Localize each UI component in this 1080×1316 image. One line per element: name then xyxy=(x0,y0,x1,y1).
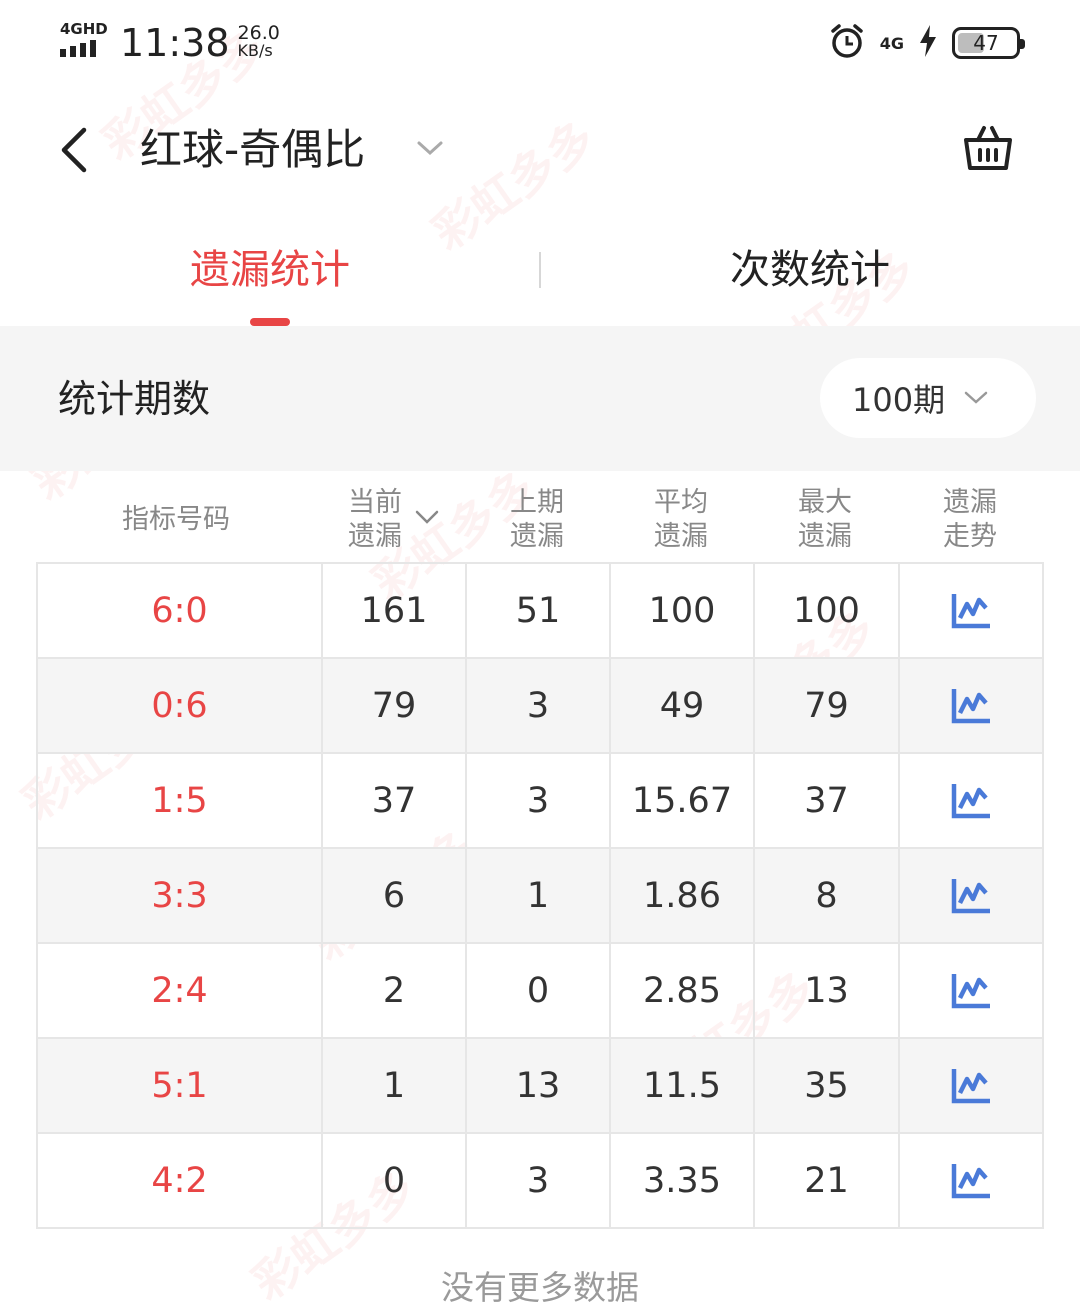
network-type: 4G xyxy=(879,33,904,53)
cell-avg: 100 xyxy=(611,564,755,657)
cell-max: 100 xyxy=(755,564,900,657)
cell-current: 79 xyxy=(323,659,467,752)
period-bar: 统计期数 100期 xyxy=(0,326,1080,471)
cell-avg: 11.5 xyxy=(611,1039,755,1132)
cell-last: 1 xyxy=(467,849,611,942)
cell-max: 21 xyxy=(755,1134,900,1227)
trend-button[interactable] xyxy=(900,849,1042,942)
tab-omission-stats[interactable]: 遗漏统计 xyxy=(0,244,540,296)
chevron-down-icon xyxy=(417,141,443,156)
table-row: 1:5 37 3 15.67 37 xyxy=(38,754,1042,849)
cell-code: 3:3 xyxy=(38,849,323,942)
status-time: 11:38 xyxy=(120,21,230,65)
trend-chart-icon xyxy=(951,783,990,818)
table-header: 指标号码 当前 遗漏 上期 遗漏 平均 遗漏 最大 遗漏 遗漏 走势 xyxy=(36,478,1044,562)
title-dropdown-button[interactable] xyxy=(410,128,450,168)
charging-icon xyxy=(918,24,938,62)
cell-max: 35 xyxy=(755,1039,900,1132)
header-indicator-code: 指标号码 xyxy=(122,504,230,535)
active-tab-indicator xyxy=(250,318,290,326)
trend-chart-icon xyxy=(951,688,990,723)
omission-table: 6:0 161 51 100 100 0:6 79 3 49 79 1:5 37… xyxy=(36,562,1044,1229)
trend-button[interactable] xyxy=(900,1134,1042,1227)
trend-chart-icon xyxy=(951,973,990,1008)
cell-max: 37 xyxy=(755,754,900,847)
table-row: 5:1 1 13 11.5 35 xyxy=(38,1039,1042,1134)
cell-max: 8 xyxy=(755,849,900,942)
cell-max: 79 xyxy=(755,659,900,752)
cell-code: 0:6 xyxy=(38,659,323,752)
trend-chart-icon xyxy=(951,1068,990,1103)
cell-avg: 1.86 xyxy=(611,849,755,942)
period-select-value: 100期 xyxy=(852,381,946,419)
trend-button[interactable] xyxy=(900,659,1042,752)
header-current-omission[interactable]: 当前 遗漏 xyxy=(348,478,402,562)
cell-code: 1:5 xyxy=(38,754,323,847)
cell-last: 3 xyxy=(467,1134,611,1227)
tab-count-stats[interactable]: 次数统计 xyxy=(540,244,1080,296)
table-row: 0:6 79 3 49 79 xyxy=(38,659,1042,754)
period-select[interactable]: 100期 xyxy=(820,358,1036,438)
tab-bar: 遗漏统计 次数统计 xyxy=(0,222,1080,326)
table-row: 3:3 6 1 1.86 8 xyxy=(38,849,1042,944)
header-omission-trend: 遗漏 走势 xyxy=(943,487,997,552)
period-label: 统计期数 xyxy=(58,377,211,421)
cell-current: 1 xyxy=(323,1039,467,1132)
cell-avg: 3.35 xyxy=(611,1134,755,1227)
chevron-left-icon xyxy=(61,127,87,173)
signal-icon: 4GHD xyxy=(60,20,108,60)
battery-icon: 47 xyxy=(952,27,1025,59)
cell-current: 6 xyxy=(323,849,467,942)
table-row: 2:4 2 0 2.85 13 xyxy=(38,944,1042,1039)
status-bar: 4GHD 11:38 26.0 KB/s 4G 47 xyxy=(0,0,1080,90)
sort-chevron-icon[interactable] xyxy=(412,502,442,532)
header-avg-omission: 平均 遗漏 xyxy=(654,487,708,552)
cell-code: 2:4 xyxy=(38,944,323,1037)
battery-level: 47 xyxy=(973,31,999,55)
trend-button[interactable] xyxy=(900,1039,1042,1132)
network-speed: 26.0 KB/s xyxy=(237,22,280,60)
no-more-data-text: 没有更多数据 xyxy=(441,1268,639,1307)
cart-button[interactable] xyxy=(958,118,1018,178)
cell-avg: 49 xyxy=(611,659,755,752)
trend-button[interactable] xyxy=(900,754,1042,847)
cell-code: 4:2 xyxy=(38,1134,323,1227)
cell-code: 5:1 xyxy=(38,1039,323,1132)
cell-current: 37 xyxy=(323,754,467,847)
header-last-omission: 上期 遗漏 xyxy=(510,487,564,552)
header-max-omission: 最大 遗漏 xyxy=(798,487,852,552)
trend-button[interactable] xyxy=(900,564,1042,657)
cell-max: 13 xyxy=(755,944,900,1037)
cell-current: 161 xyxy=(323,564,467,657)
cell-last: 3 xyxy=(467,754,611,847)
cell-avg: 2.85 xyxy=(611,944,755,1037)
basket-icon xyxy=(964,126,1012,170)
chevron-down-icon xyxy=(963,383,993,413)
page-title[interactable]: 红球-奇偶比 xyxy=(140,122,365,178)
cell-last: 3 xyxy=(467,659,611,752)
back-button[interactable] xyxy=(44,120,104,180)
alarm-icon xyxy=(828,22,866,64)
cell-current: 0 xyxy=(323,1134,467,1227)
trend-chart-icon xyxy=(951,878,990,913)
cell-avg: 15.67 xyxy=(611,754,755,847)
cell-current: 2 xyxy=(323,944,467,1037)
header: 红球-奇偶比 xyxy=(0,100,1080,200)
trend-chart-icon xyxy=(951,1163,990,1198)
table-row: 4:2 0 3 3.35 21 xyxy=(38,1134,1042,1229)
cell-code: 6:0 xyxy=(38,564,323,657)
cell-last: 0 xyxy=(467,944,611,1037)
trend-button[interactable] xyxy=(900,944,1042,1037)
cell-last: 13 xyxy=(467,1039,611,1132)
cell-last: 51 xyxy=(467,564,611,657)
trend-chart-icon xyxy=(951,593,990,628)
table-row: 6:0 161 51 100 100 xyxy=(38,564,1042,659)
